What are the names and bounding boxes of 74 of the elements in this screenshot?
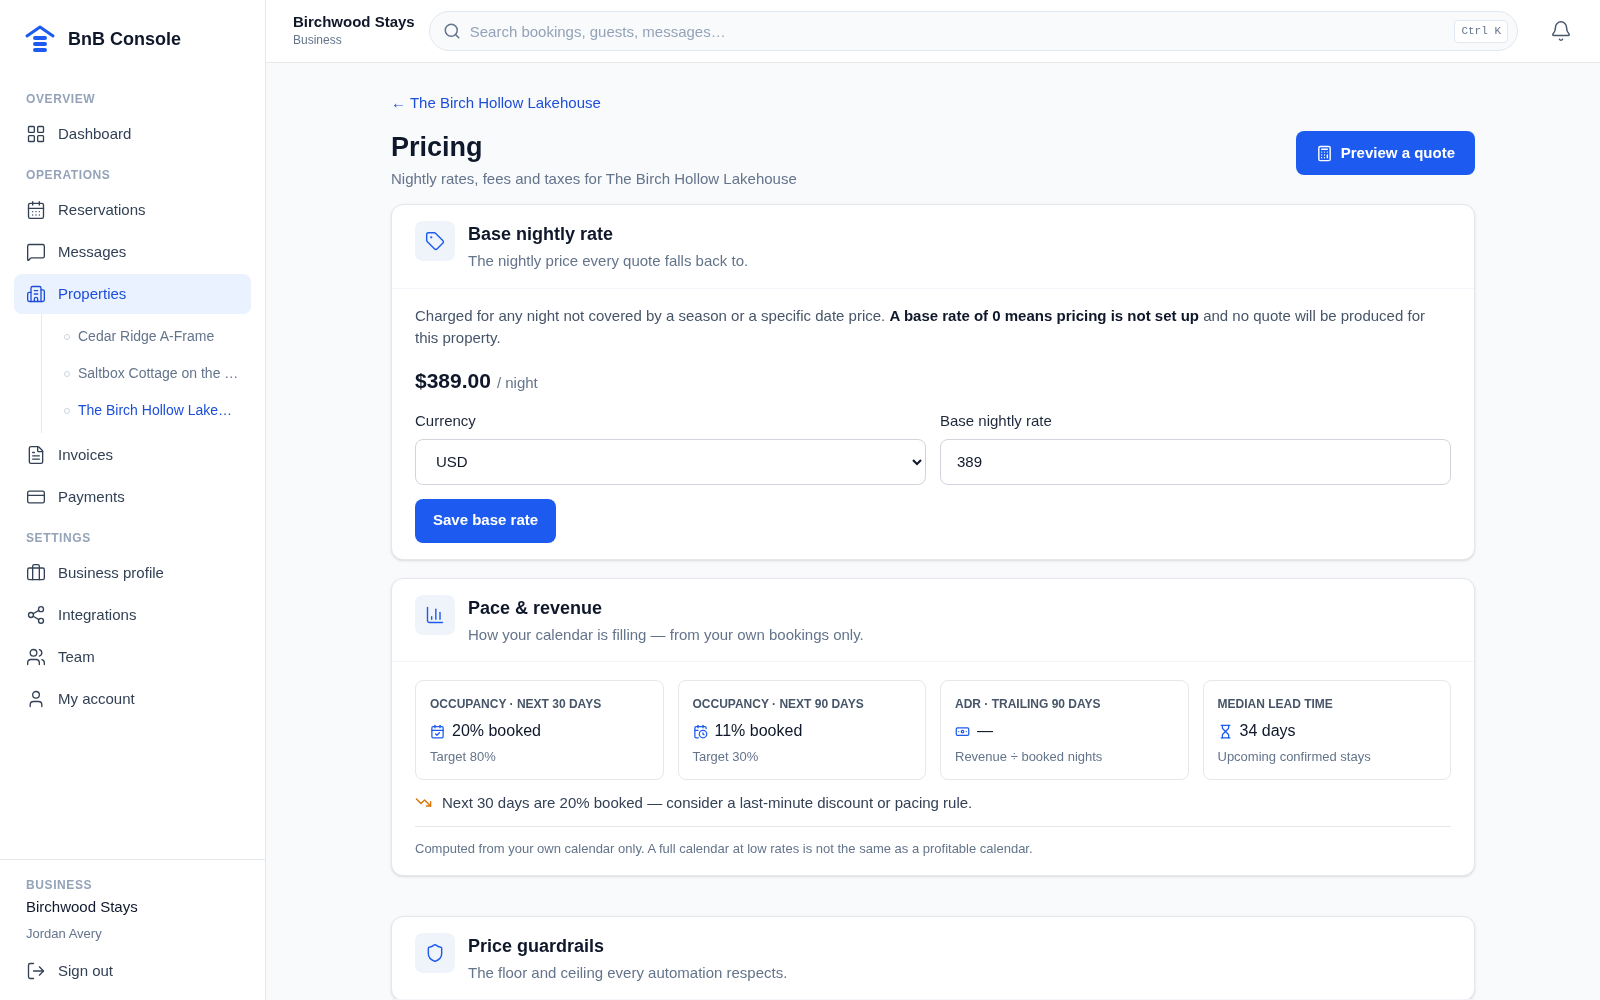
- metric-note: Upcoming confirmed stays: [1217, 748, 1372, 766]
- metric-value: 34 days: [1239, 721, 1296, 741]
- footnote-text: Computed from your own calendar only. A full calendar at low rates is not the same as a profitable calendar.: [415, 840, 1034, 858]
- metric-value: —: [977, 721, 993, 741]
- nav-item[interactable]: Integrations: [14, 595, 251, 635]
- nav-icon: [26, 242, 46, 262]
- field-label: Base nightly rate: [940, 411, 1053, 431]
- metric-note: Target 80%: [430, 748, 497, 766]
- nav-item[interactable]: Payments: [14, 477, 251, 517]
- nav-item[interactable]: Dashboard: [14, 114, 251, 154]
- shield-icon: [415, 932, 455, 973]
- price-unit: / night: [496, 372, 538, 393]
- notifications-icon[interactable]: [1550, 20, 1572, 42]
- user-name: Jordan Avery: [26, 925, 103, 943]
- metric-value: 11% booked: [714, 721, 803, 741]
- metric-value: 20% booked: [452, 721, 541, 741]
- preview-quote-button[interactable]: Preview a quote: [1295, 131, 1475, 175]
- logo-icon: [24, 23, 56, 55]
- description-text: Charged for any night not covered by a season or a specific date price. A base rate of 0 means pricing is not set up and no quote will be produced for this property.: [415, 305, 1426, 348]
- card-title: Price guardrails: [468, 934, 606, 958]
- workspace-type: Business: [293, 32, 343, 50]
- card-subtitle: How your calendar is filling — from your own bookings only.: [468, 624, 864, 645]
- metric-label: OCCUPANCY · NEXT 30 DAYS: [430, 696, 603, 713]
- section-heading: OVERVIEW: [25, 91, 97, 108]
- alert-text: Next 30 days are 20% booked — consider a last-minute discount or pacing rule.: [442, 792, 973, 813]
- nav-icon: [26, 563, 46, 583]
- calculator-icon: [1315, 144, 1333, 162]
- field-label: Currency: [415, 411, 477, 431]
- nav-item[interactable]: Invoices: [14, 435, 251, 475]
- property-link[interactable]: The Birch Hollow Lake…: [64, 392, 251, 429]
- page-title: Pricing: [391, 131, 484, 164]
- sign-out-link[interactable]: Sign out: [26, 959, 239, 982]
- chart-icon: [415, 594, 455, 635]
- card-title: Base nightly rate: [468, 223, 615, 246]
- property-link[interactable]: Saltbox Cottage on the …: [64, 355, 251, 392]
- nav-icon: [26, 200, 46, 220]
- card-title: Pace & revenue: [468, 596, 604, 620]
- nav-icon: [26, 445, 46, 465]
- metric-icon: [692, 723, 708, 739]
- rate-input[interactable]: 389: [940, 438, 1451, 485]
- section-heading: OPERATIONS: [25, 167, 112, 184]
- back-link[interactable]: ← The Birch Hollow Lakehouse: [391, 94, 601, 111]
- metric-label: MEDIAN LEAD TIME: [1217, 696, 1334, 713]
- metric-icon: [430, 723, 445, 739]
- section-heading: BUSINESS: [26, 876, 94, 894]
- nav-item[interactable]: Properties: [14, 274, 251, 314]
- nav-icon: [26, 647, 46, 667]
- nav-icon: [26, 605, 46, 625]
- business-name: Birchwood Stays: [26, 896, 139, 917]
- search-icon: [442, 22, 461, 40]
- brand-name: BnB Console: [68, 27, 181, 51]
- sign-out-icon: [26, 960, 46, 981]
- metric-note: Revenue ÷ booked nights: [955, 748, 1104, 766]
- nav-icon: [26, 284, 46, 304]
- workspace-name: Birchwood Stays: [293, 12, 415, 32]
- save-button[interactable]: Save base rate: [415, 498, 557, 543]
- nav-item[interactable]: Reservations: [14, 190, 251, 230]
- section-heading: SETTINGS: [25, 530, 92, 547]
- nav-item[interactable]: Team: [14, 637, 251, 677]
- metric-label: ADR · TRAILING 90 DAYS: [955, 696, 1102, 713]
- currency-select[interactable]: USD: [415, 438, 926, 485]
- metric-note: Target 30%: [692, 748, 760, 766]
- metric-label: OCCUPANCY · NEXT 90 DAYS: [692, 696, 865, 713]
- nav-item[interactable]: Business profile: [14, 553, 251, 593]
- price-value: $389.00: [415, 367, 491, 394]
- card-subtitle: The nightly price every quote falls back to.: [468, 251, 749, 271]
- page-subtitle: Nightly rates, fees and taxes for The Birch Hollow Lakehouse: [391, 168, 797, 189]
- shortcut-hint: Ctrl K: [1454, 20, 1508, 43]
- nav-icon: [26, 124, 46, 144]
- card-subtitle: The floor and ceiling every automation respects.: [468, 962, 788, 983]
- property-link[interactable]: Cedar Ridge A-Frame: [64, 318, 251, 355]
- nav-item[interactable]: My account: [14, 679, 251, 719]
- tag-icon: [415, 221, 455, 261]
- nav-item[interactable]: Messages: [14, 232, 251, 272]
